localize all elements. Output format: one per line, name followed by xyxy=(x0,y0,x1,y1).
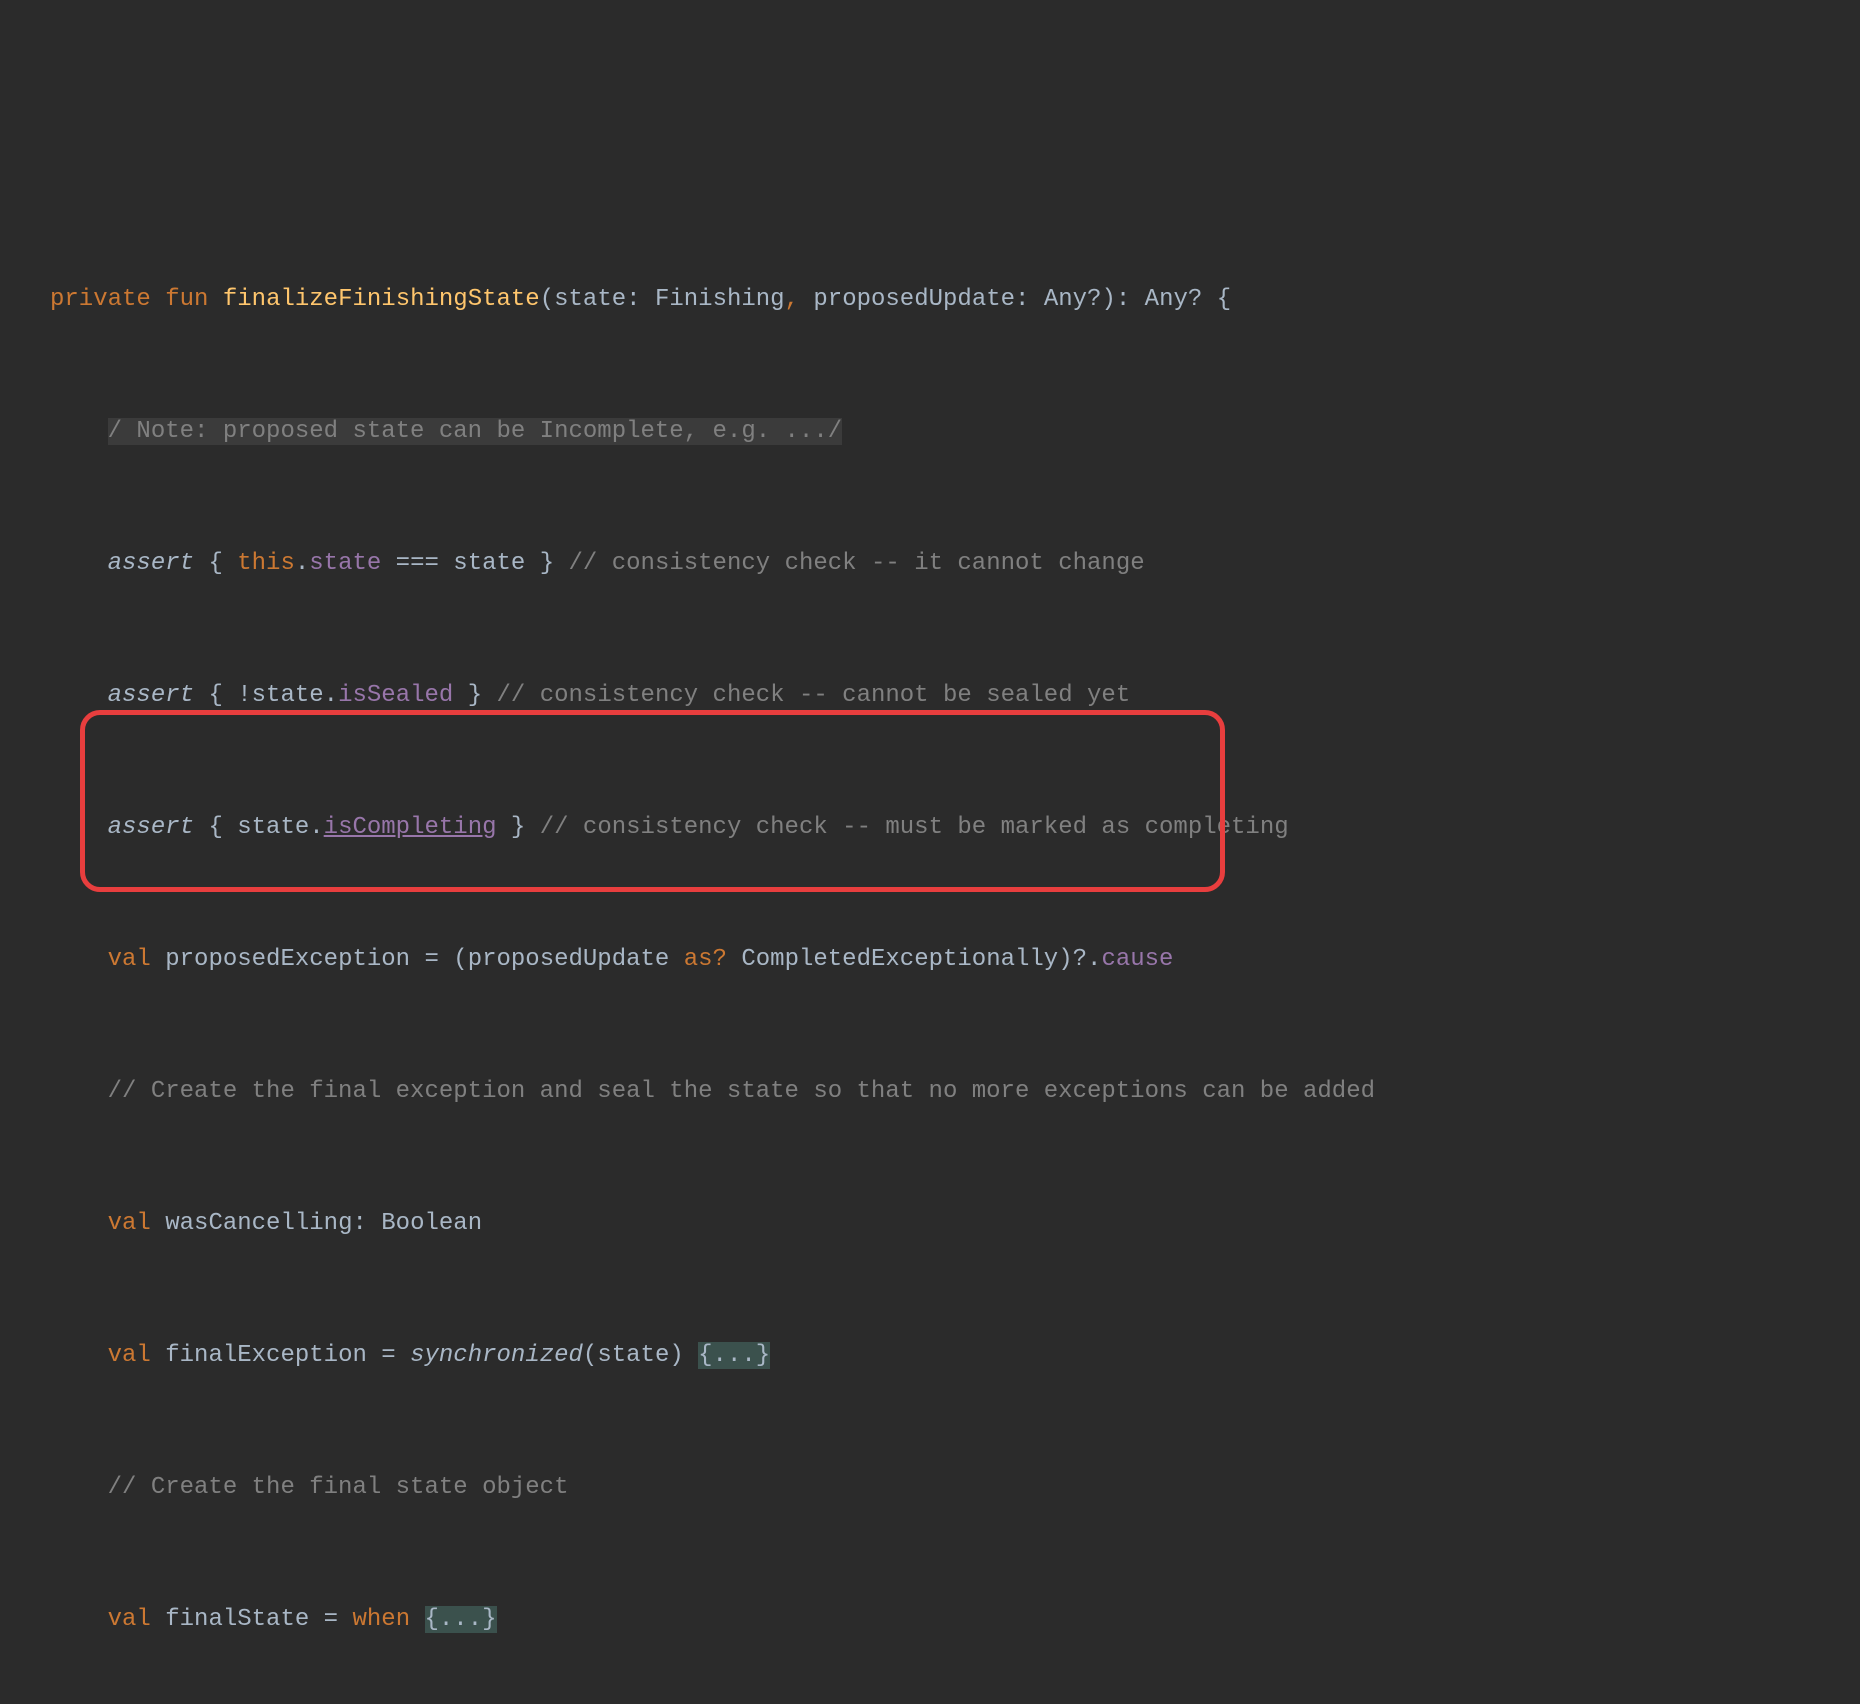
keyword-fun: fun xyxy=(165,286,208,313)
code-line: assert { this.state === state } // consi… xyxy=(0,542,1860,586)
code-line: assert { !state.isSealed } // consistenc… xyxy=(0,674,1860,718)
code-line: val finalState = when {...} xyxy=(0,1598,1860,1642)
folded-block[interactable]: {...} xyxy=(425,1606,497,1633)
folded-block[interactable]: {...} xyxy=(698,1342,770,1369)
code-line: val finalException = synchronized(state)… xyxy=(0,1334,1860,1378)
annotation-highlight-box xyxy=(80,710,1225,892)
comment: // consistency check -- it cannot change xyxy=(569,550,1145,577)
keyword-private: private xyxy=(50,286,151,313)
code-line: val wasCancelling: Boolean xyxy=(0,1202,1860,1246)
code-line: val proposedException = (proposedUpdate … xyxy=(0,938,1860,982)
code-line: assert { state.isCompleting } // consist… xyxy=(0,806,1860,850)
code-line: // Create the final exception and seal t… xyxy=(0,1070,1860,1114)
code-line: / Note: proposed state can be Incomplete… xyxy=(0,410,1860,454)
comment: // consistency check -- must be marked a… xyxy=(540,814,1289,841)
comment: // Create the final exception and seal t… xyxy=(108,1078,1375,1105)
comment: // consistency check -- cannot be sealed… xyxy=(497,682,1131,709)
assert-call: assert xyxy=(108,550,194,577)
code-line: // Create the final state object xyxy=(0,1466,1860,1510)
function-name: finalizeFinishingState xyxy=(223,286,540,313)
comment: // Create the final state object xyxy=(108,1474,569,1501)
code-line: private fun finalizeFinishingState(state… xyxy=(0,278,1860,322)
assert-call: assert xyxy=(108,682,194,709)
folded-comment[interactable]: / Note: proposed state can be Incomplete… xyxy=(108,418,843,445)
assert-call: assert xyxy=(108,814,194,841)
code-editor[interactable]: private fun finalizeFinishingState(state… xyxy=(0,190,1860,1704)
